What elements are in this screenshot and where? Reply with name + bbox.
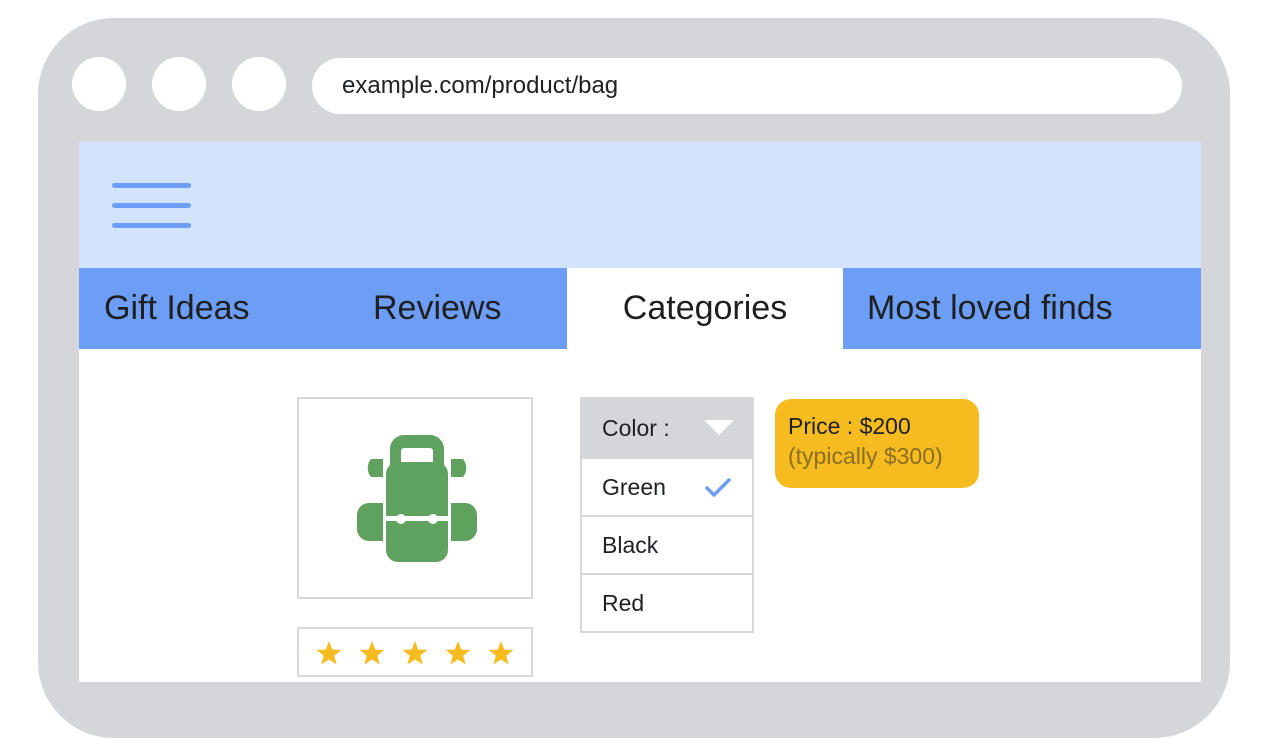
color-option-red[interactable]: Red bbox=[582, 573, 752, 631]
color-option-green[interactable]: Green bbox=[582, 457, 752, 515]
color-dropdown-label: Color : bbox=[602, 415, 670, 441]
hamburger-menu-icon[interactable] bbox=[112, 183, 191, 229]
window-control-dot-3[interactable] bbox=[232, 57, 286, 111]
window-control-dot-1[interactable] bbox=[72, 57, 126, 111]
price-badge: Price : $200 (typically $300) bbox=[775, 399, 979, 488]
color-dropdown-toggle[interactable]: Color : bbox=[582, 399, 752, 457]
backpack-icon bbox=[357, 435, 477, 562]
checkmark-icon bbox=[705, 478, 731, 497]
tab-most-loved-finds[interactable]: Most loved finds bbox=[867, 268, 1113, 349]
star-icon bbox=[445, 641, 471, 665]
color-dropdown: Color : Green Black Red bbox=[580, 397, 754, 633]
color-option-black[interactable]: Black bbox=[582, 515, 752, 573]
color-option-label: Red bbox=[602, 590, 645, 616]
star-icon bbox=[402, 641, 428, 665]
caret-down-icon bbox=[704, 420, 734, 435]
star-rating bbox=[297, 627, 533, 677]
price-current: Price : $200 bbox=[788, 413, 911, 439]
site-header bbox=[79, 142, 1201, 268]
tab-reviews[interactable]: Reviews bbox=[373, 268, 501, 349]
page-viewport: Gift Ideas Reviews Categories Most loved… bbox=[79, 142, 1201, 682]
product-image[interactable] bbox=[297, 397, 533, 599]
address-bar[interactable]: example.com/product/bag bbox=[312, 58, 1182, 114]
window-control-dot-2[interactable] bbox=[152, 57, 206, 111]
price-typical: (typically $300) bbox=[788, 443, 943, 469]
star-icon bbox=[488, 641, 514, 665]
tab-categories[interactable]: Categories bbox=[567, 268, 843, 349]
star-icon bbox=[359, 641, 385, 665]
category-nav: Gift Ideas Reviews Categories Most loved… bbox=[79, 268, 1201, 349]
color-option-label: Black bbox=[602, 532, 659, 558]
color-option-label: Green bbox=[602, 474, 666, 500]
tab-gift-ideas[interactable]: Gift Ideas bbox=[104, 268, 250, 349]
star-icon bbox=[316, 641, 342, 665]
